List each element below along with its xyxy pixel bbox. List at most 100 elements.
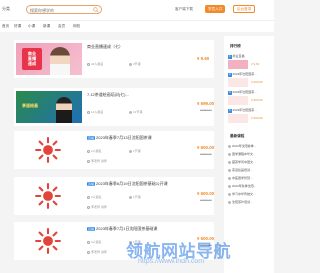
course-price: ¥ 600.00 xyxy=(197,145,215,150)
course-title[interactable]: 7.12茶道绘画培训(七)... xyxy=(87,92,129,98)
bullet-icon xyxy=(228,200,231,204)
ranking-thumbnail[interactable] xyxy=(228,114,248,123)
sidebar-list-heading: 最新课程 xyxy=(230,134,245,138)
nav-item[interactable]: 网校 xyxy=(73,24,80,29)
live-badge: 直播 xyxy=(87,182,96,186)
lesson-count: 1节课 xyxy=(129,149,141,153)
lesson-count: 1节课 xyxy=(129,195,141,199)
sidebar-list-item[interactable]: 2023年沈阳春季... xyxy=(228,144,274,148)
lesson-icon xyxy=(129,195,132,199)
ranking-item[interactable]: 4 2023年沈阳国茶... xyxy=(228,108,274,113)
user-icon xyxy=(87,149,90,153)
course-old-price: ¥1000.00 xyxy=(200,152,212,156)
course-thumbnail[interactable]: 商业 直播 速成 xyxy=(16,43,82,75)
ranking-price: ¥ 600.00 xyxy=(251,80,263,84)
ranking-price: ¥ 9.60 xyxy=(251,62,260,66)
thumb-title: 茶道绘画 xyxy=(22,103,38,108)
course-card[interactable]: 直播 2023年春季6月19日沈阳国茶基础公开课 3人报名 1节课 李老师 讲师 … xyxy=(14,177,214,215)
teacher-icon xyxy=(87,159,90,163)
nav-item[interactable]: 小课 xyxy=(28,24,35,29)
sidebar-list-item[interactable]: 学习中华传统文... xyxy=(228,192,274,196)
nav-item[interactable]: 首页 xyxy=(2,24,9,29)
client-download-link[interactable]: 客户端下载 xyxy=(175,7,193,12)
rank-badge: 1 xyxy=(228,55,232,59)
sun-logo-icon xyxy=(35,228,61,254)
ranking-item[interactable]: 3 2023年沈阳国茶... xyxy=(228,90,274,95)
course-title[interactable]: 直播 2023年春季7月1日沈阳国茶基础课 xyxy=(87,226,157,232)
ranking-item[interactable]: 1 商业直播 xyxy=(228,54,274,59)
course-thumbnail[interactable] xyxy=(16,180,82,212)
user-icon xyxy=(87,62,90,66)
ranking-item[interactable]: 2 2023年沈阳国茶... xyxy=(228,72,274,77)
ranking-price: ¥ 600.00 xyxy=(251,98,263,102)
teacher-icon xyxy=(87,250,90,254)
bullet-icon xyxy=(228,144,231,148)
lesson-count: 3节课 xyxy=(129,62,141,66)
course-thumbnail[interactable] xyxy=(16,134,82,166)
ranking-price: ¥ 600.00 xyxy=(251,116,263,120)
teacher-name: 李老师 讲师 xyxy=(87,250,107,254)
user-icon xyxy=(87,240,90,244)
sidebar-list-item[interactable]: 2023年秋季沈阳... xyxy=(228,184,274,188)
ranking-thumbnail[interactable] xyxy=(228,96,248,105)
admin-login-button[interactable]: 后台登录 xyxy=(233,5,256,13)
course-title[interactable]: 直播 2023年春季6月19日沈阳国茶基础公开课 xyxy=(87,181,168,187)
search-box[interactable] xyxy=(26,5,102,14)
live-badge: 直播 xyxy=(87,227,96,231)
course-thumbnail[interactable]: 茶道绘画 xyxy=(16,91,82,123)
student-count: 44人报名 xyxy=(87,62,103,66)
teacher-icon xyxy=(87,205,90,209)
sidebar-heading: 排行榜 xyxy=(230,44,241,48)
rank-badge: 4 xyxy=(228,109,232,113)
category-label[interactable]: 分类 xyxy=(2,6,10,12)
bullet-icon xyxy=(228,160,231,164)
nav-item[interactable]: 好课 xyxy=(14,24,21,29)
user-icon xyxy=(87,110,90,114)
course-old-price: ¥1000.00 xyxy=(200,108,212,112)
course-card[interactable]: 直播 2023年春季7月13日沈阳国茶课 3人报名 1节课 李老师 讲师 ¥ 60… xyxy=(14,131,214,169)
student-count: 3人报名 xyxy=(87,240,102,244)
course-thumbnail[interactable] xyxy=(16,225,82,257)
lesson-icon xyxy=(129,110,132,114)
course-card[interactable]: 茶道绘画 7.12茶道绘画培训(七)... 14人报名 12节课 ¥ 699.0… xyxy=(14,88,214,126)
ranking-thumbnail[interactable] xyxy=(228,60,248,69)
course-title[interactable]: 商业直播速成（七） xyxy=(87,44,123,50)
lesson-icon xyxy=(129,149,132,153)
sidebar-list-item[interactable]: 沈阳茶叶培训... xyxy=(228,200,274,204)
nav-item[interactable]: 会员 xyxy=(58,24,65,29)
teacher-name: 李老师 讲师 xyxy=(87,159,107,163)
bullet-icon xyxy=(228,192,231,196)
course-price: ¥ 9.60 xyxy=(197,56,210,61)
user-icon xyxy=(87,195,90,199)
ranking-thumbnail[interactable] xyxy=(228,78,248,87)
sidebar-list-item[interactable]: 国学课程中华文... xyxy=(228,152,274,156)
bullet-icon xyxy=(228,176,231,180)
ranking-sidebar: 排行榜 1 商业直播 ¥ 9.60 2 2023年沈阳国茶... ¥ 600.00 … xyxy=(224,36,274,273)
course-price: ¥ 699.00 xyxy=(197,101,215,106)
presenter-photo xyxy=(50,47,70,75)
lesson-count: 12节课 xyxy=(129,110,142,114)
live-badge: 直播 xyxy=(87,136,96,140)
teacher-name: 李老师 讲师 xyxy=(87,205,107,209)
presenter-photo xyxy=(56,97,72,123)
rank-badge: 3 xyxy=(228,91,232,95)
student-login-button[interactable]: 学员入口 xyxy=(205,5,226,13)
search-input[interactable] xyxy=(30,7,90,13)
course-old-price: ¥1000.00 xyxy=(200,198,212,202)
thumb-badge: 商业 直播 速成 xyxy=(22,48,42,70)
main-nav: 首页 好课 小课 新课 会员 网校 xyxy=(0,20,274,32)
student-count: 3人报名 xyxy=(87,149,102,153)
bullet-icon xyxy=(228,168,231,172)
sidebar-list-item[interactable]: 藏茶学问中国文... xyxy=(228,160,274,164)
sidebar-list-item[interactable]: 中医国学智慧... xyxy=(228,176,274,180)
course-card[interactable]: 商业 直播 速成 商业直播速成（七） 44人报名 3节课 ¥ 9.60 xyxy=(14,40,214,78)
student-count: 3人报名 xyxy=(87,195,102,199)
sun-logo-icon xyxy=(35,183,61,209)
watermark-url: https://www.lhdh.com xyxy=(138,258,205,265)
lesson-icon xyxy=(129,62,132,66)
sidebar-list-item[interactable]: 茶道绘画培训... xyxy=(228,168,274,172)
nav-item[interactable]: 新课 xyxy=(43,24,50,29)
search-icon[interactable] xyxy=(93,7,99,13)
bullet-icon xyxy=(228,184,231,188)
course-title[interactable]: 直播 2023年春季7月13日沈阳国茶课 xyxy=(87,135,152,141)
